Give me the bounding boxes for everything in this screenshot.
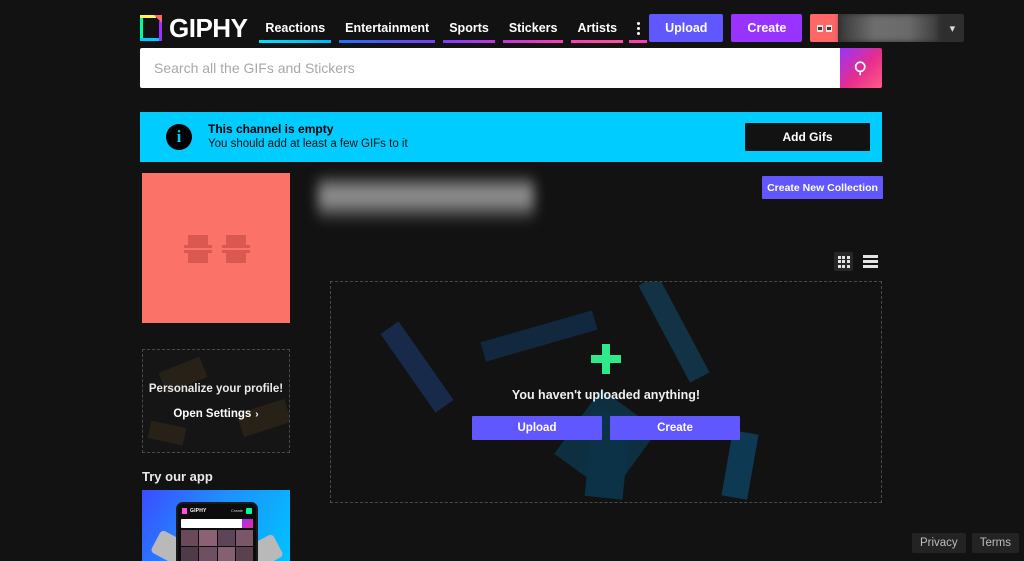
nav-item-reactions[interactable]: Reactions <box>255 13 335 43</box>
nav-underline <box>629 40 648 43</box>
plus-icon <box>591 344 621 374</box>
nav-underline <box>571 40 624 43</box>
chevron-right-icon: › <box>255 408 259 420</box>
phone-giphy-logo-icon <box>182 507 187 514</box>
banner-title: This channel is empty <box>208 122 334 137</box>
create-button[interactable]: Create <box>731 14 803 42</box>
view-toggle <box>834 252 880 271</box>
nav-item-stickers[interactable]: Stickers <box>499 13 568 43</box>
nav-label: Entertainment <box>345 21 430 35</box>
profile-sidebar: Personalize your profile! Open Settings › <box>142 173 290 453</box>
nav-item-entertainment[interactable]: Entertainment <box>335 13 439 43</box>
nav-label: Reactions <box>265 21 326 35</box>
nav-item-sports[interactable]: Sports <box>439 13 499 43</box>
empty-state-content: You haven't uploaded anything! Upload Cr… <box>331 282 881 502</box>
phone-search-bar <box>181 519 253 528</box>
add-gifs-button[interactable]: Add Gifs <box>745 123 870 151</box>
footer-links: Privacy Terms <box>911 533 1019 553</box>
search-bar <box>140 48 882 88</box>
nav-underline <box>502 40 564 43</box>
nav-underline <box>259 40 332 43</box>
privacy-link[interactable]: Privacy <box>911 533 966 553</box>
nav-label: Sports <box>449 21 489 35</box>
giphy-logo-icon <box>140 15 162 41</box>
giphy-logo[interactable]: GIPHY <box>140 13 248 43</box>
info-icon: i <box>166 124 192 150</box>
nav-underline <box>443 40 495 43</box>
phone-create-label: Create <box>230 508 243 513</box>
phone-menu-icon <box>246 507 252 514</box>
account-username-redacted <box>840 14 939 42</box>
try-our-app-title: Try our app <box>142 469 213 484</box>
search-input[interactable] <box>140 48 840 88</box>
avatar <box>810 14 839 42</box>
nav-label: Stickers <box>508 21 558 35</box>
try-our-app-promo[interactable]: GIPHY Create 12 Reasons Why You Should D… <box>142 490 290 561</box>
open-settings-link[interactable]: Open Settings › <box>173 408 258 420</box>
avatar-eye-right <box>222 235 250 263</box>
empty-state-actions: Upload Create <box>472 416 740 440</box>
search-button[interactable] <box>840 48 882 88</box>
chevron-down-icon: ▾ <box>949 22 956 35</box>
banner-subtitle: You should add at least a few GIFs to it <box>208 138 408 151</box>
open-settings-label: Open Settings <box>173 407 252 420</box>
giphy-logo-text: GIPHY <box>169 13 248 43</box>
personalize-profile-card: Personalize your profile! Open Settings › <box>142 349 290 453</box>
empty-upload-button[interactable]: Upload <box>472 416 602 440</box>
terms-link[interactable]: Terms <box>971 533 1019 553</box>
nav-label: Artists <box>577 21 618 35</box>
main-navigation: Reactions Entertainment Sports Stickers … <box>255 13 649 43</box>
account-menu[interactable]: ▾ <box>810 14 965 42</box>
empty-uploads-panel: You haven't uploaded anything! Upload Cr… <box>330 281 882 503</box>
nav-underline <box>339 40 436 43</box>
header-actions: Upload Create ▾ <box>649 14 965 42</box>
giphy-channel-page: GIPHY Reactions Entertainment Sports Sti… <box>0 0 1024 561</box>
profile-avatar[interactable] <box>142 173 290 323</box>
create-new-collection-button[interactable]: Create New Collection <box>762 176 883 199</box>
phone-gif-grid <box>178 530 256 561</box>
more-options-icon[interactable] <box>627 13 649 43</box>
upload-button[interactable]: Upload <box>649 14 724 42</box>
search-icon <box>854 60 866 75</box>
personalize-title: Personalize your profile! <box>148 382 284 395</box>
site-header: GIPHY Reactions Entertainment Sports Sti… <box>140 12 965 44</box>
grid-view-icon[interactable] <box>834 252 853 271</box>
nav-item-artists[interactable]: Artists <box>567 13 627 43</box>
phone-brand-label: GIPHY <box>190 507 207 514</box>
empty-state-message: You haven't uploaded anything! <box>511 388 701 402</box>
avatar-eye-left <box>184 235 212 263</box>
empty-create-button[interactable]: Create <box>610 416 740 440</box>
channel-name-redacted <box>318 176 534 222</box>
decorative-shapes <box>143 350 289 452</box>
phone-mockup: GIPHY Create 12 Reasons Why You Should D… <box>176 502 258 561</box>
empty-channel-banner: i This channel is empty You should add a… <box>140 112 882 162</box>
banner-text: This channel is empty You should add at … <box>208 121 408 153</box>
list-view-icon[interactable] <box>861 252 880 271</box>
